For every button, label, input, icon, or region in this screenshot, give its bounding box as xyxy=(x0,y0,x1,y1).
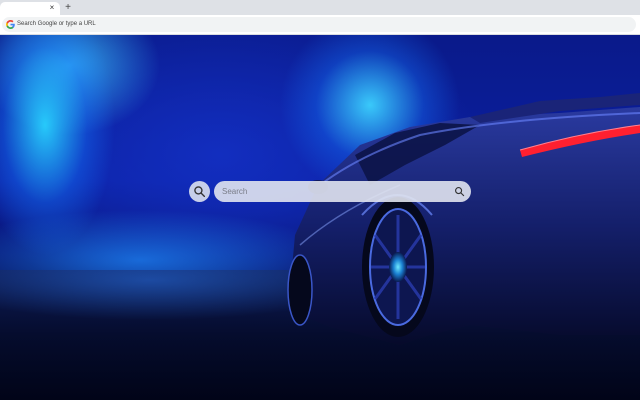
search-input[interactable] xyxy=(222,181,447,202)
browser-window: × + Search Google or type a URL xyxy=(0,0,640,400)
omnibox[interactable]: Search Google or type a URL xyxy=(2,17,636,32)
new-tab-page xyxy=(0,35,640,400)
search-bar xyxy=(214,181,471,202)
toolbar: Search Google or type a URL xyxy=(0,15,640,35)
google-g-icon xyxy=(6,20,15,29)
search-submit-icon[interactable] xyxy=(454,186,465,197)
search-logo-button[interactable] xyxy=(189,181,210,202)
new-tab-button[interactable]: + xyxy=(62,1,74,14)
sports-car-image xyxy=(287,93,640,345)
tab-close-icon[interactable]: × xyxy=(47,2,57,14)
magnifier-icon xyxy=(194,186,206,198)
omnibox-placeholder: Search Google or type a URL xyxy=(17,21,96,27)
active-tab[interactable]: × xyxy=(0,2,60,15)
tab-strip: × + xyxy=(0,0,640,15)
